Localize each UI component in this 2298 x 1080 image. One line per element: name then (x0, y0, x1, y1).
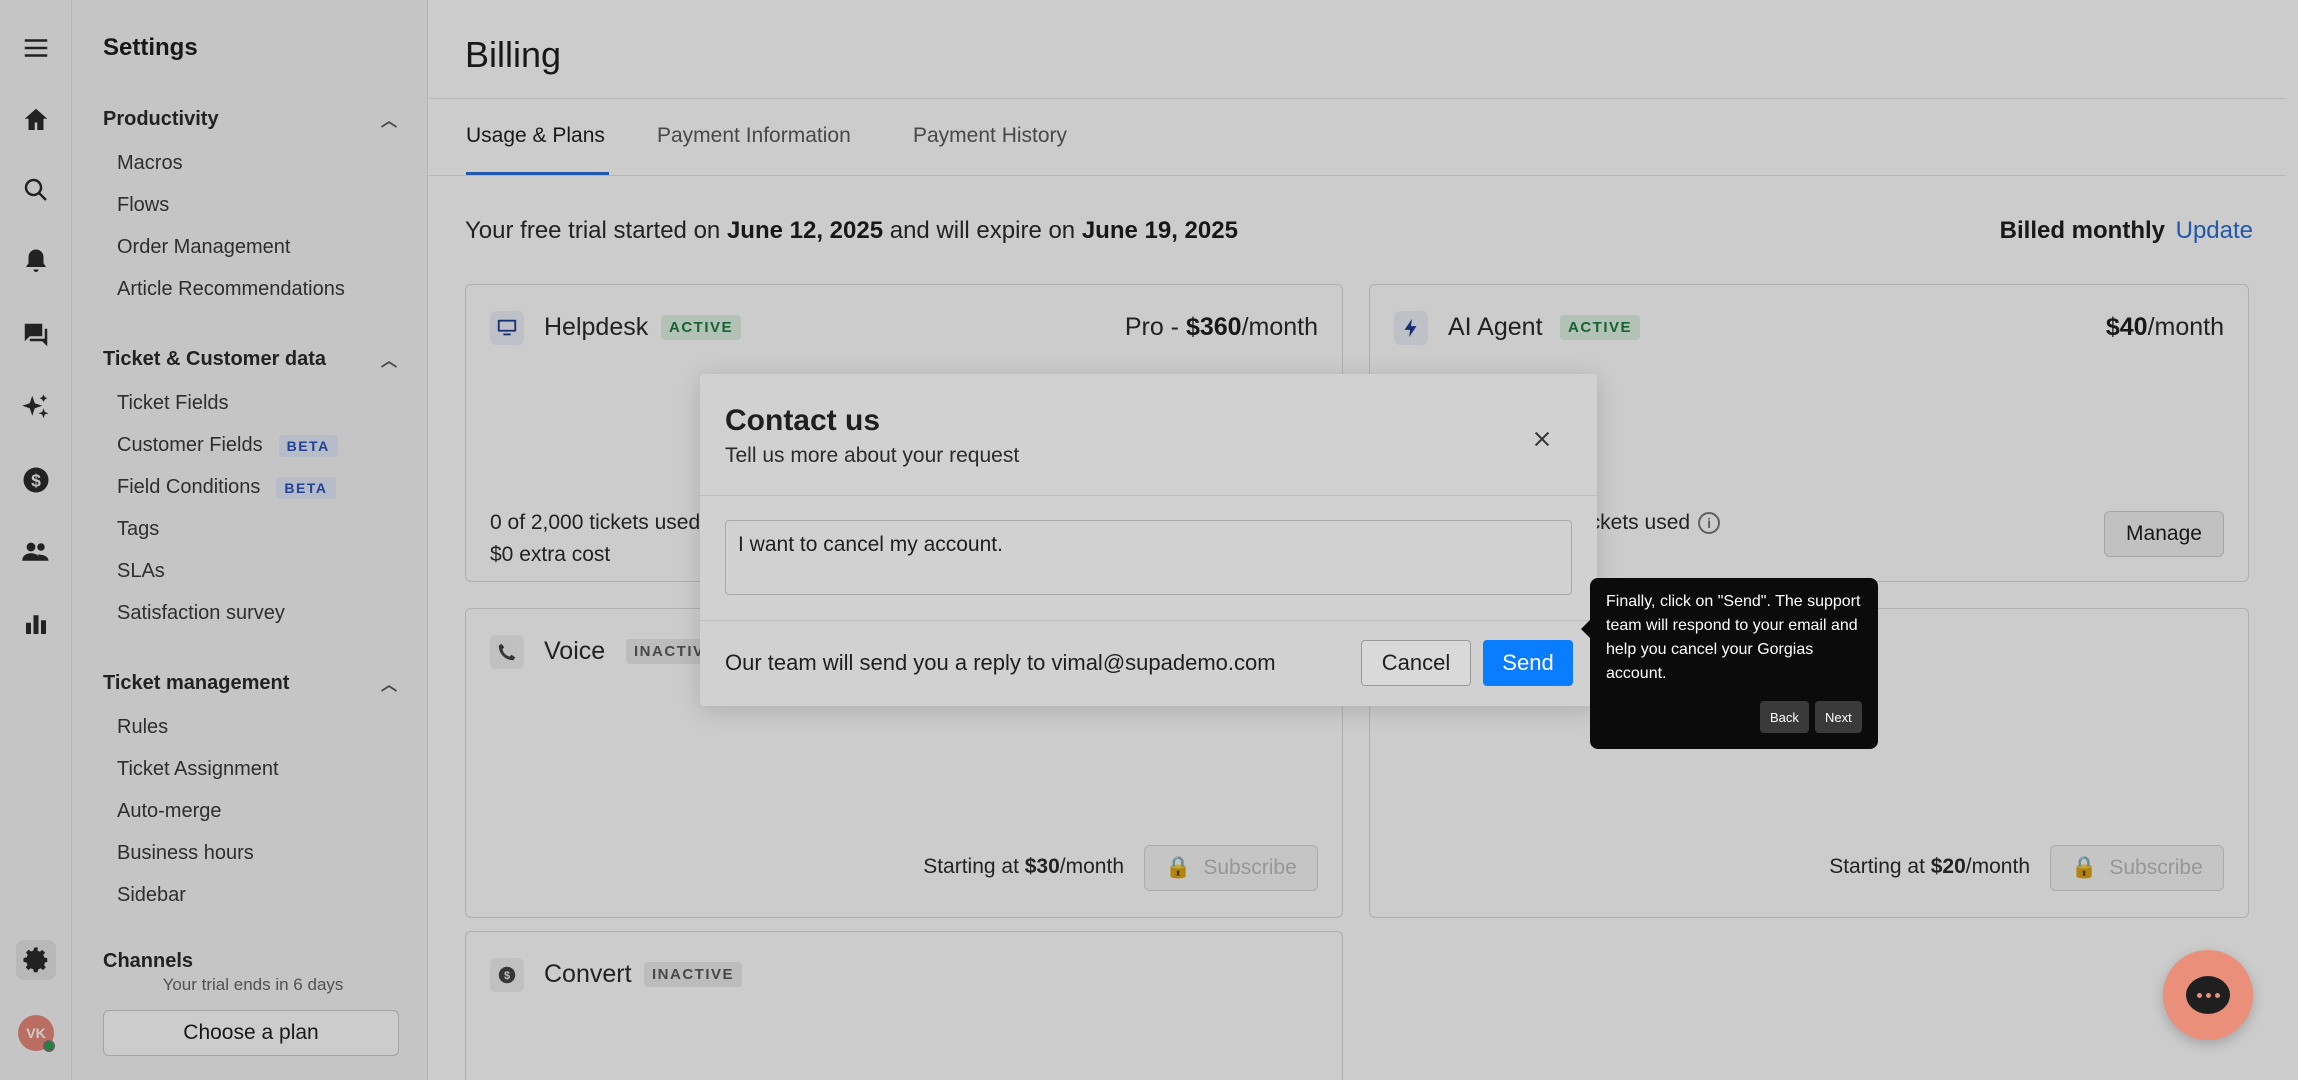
chat-bubble-icon (2186, 976, 2230, 1014)
modal-subtitle: Tell us more about your request (725, 444, 1020, 467)
tooltip-text: Finally, click on "Send". The support te… (1606, 593, 1861, 682)
tooltip-arrow (1581, 620, 1590, 638)
message-textarea[interactable]: I want to cancel my account. (725, 520, 1572, 595)
send-button[interactable]: Send (1483, 640, 1573, 686)
tooltip-next-button[interactable]: Next (1815, 701, 1862, 733)
tooltip-back-button[interactable]: Back (1760, 701, 1809, 733)
cancel-button[interactable]: Cancel (1361, 640, 1471, 686)
chat-launcher-button[interactable] (2163, 950, 2253, 1040)
modal-divider (700, 495, 1597, 496)
walkthrough-tooltip: Finally, click on "Send". The support te… (1581, 578, 1878, 749)
contact-us-modal: Contact us Tell us more about your reque… (700, 374, 1597, 706)
reply-info-text: Our team will send you a reply to vimal@… (725, 650, 1276, 675)
close-icon[interactable] (1527, 424, 1557, 454)
modal-title: Contact us (725, 404, 881, 437)
modal-divider (700, 620, 1597, 621)
